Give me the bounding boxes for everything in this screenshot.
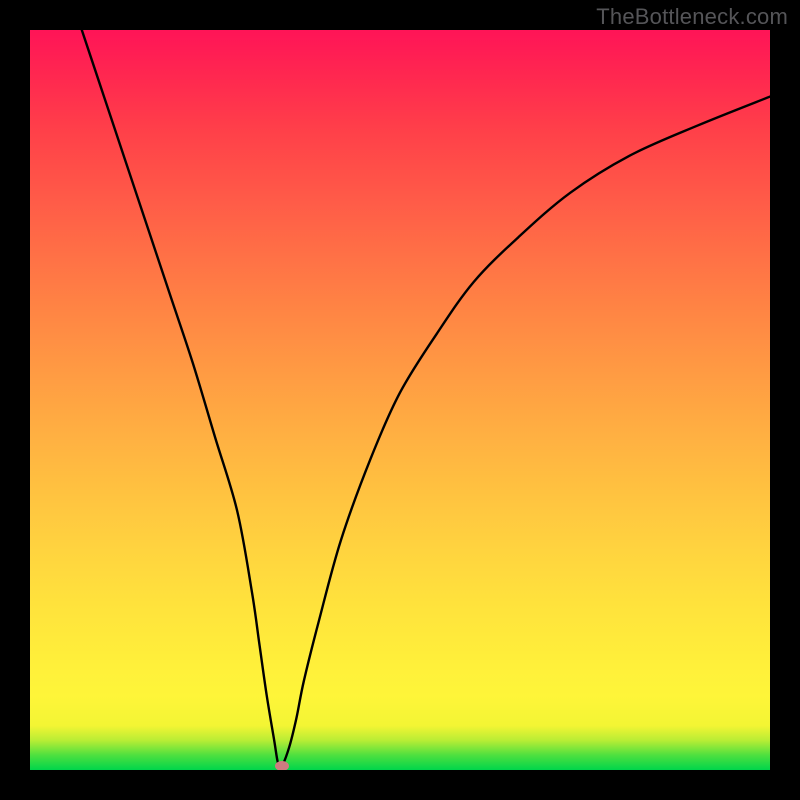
optimal-point-marker	[275, 761, 289, 770]
chart-frame: TheBottleneck.com	[0, 0, 800, 800]
bottleneck-curve	[30, 30, 770, 770]
plot-area	[30, 30, 770, 770]
watermark-text: TheBottleneck.com	[596, 4, 788, 30]
